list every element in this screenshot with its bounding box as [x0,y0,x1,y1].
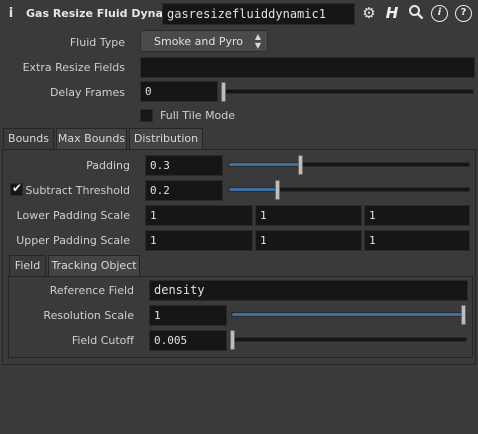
info-circle-icon[interactable]: i [431,5,448,22]
help-h-icon[interactable]: H [383,5,401,23]
subtract-threshold-slider-track[interactable] [228,187,470,192]
upper-padding-scale-z[interactable]: 1 [364,230,470,251]
padding-slider-fill [229,163,301,166]
field-cutoff-label: Field Cutoff [71,334,134,347]
lower-padding-scale-label: Lower Padding Scale [16,209,130,222]
help-circle-icon[interactable]: ? [455,5,472,22]
subtract-threshold-slider-handle[interactable] [275,180,280,200]
field-cutoff-slider-track[interactable] [231,337,467,342]
padding-label: Padding [86,159,130,172]
lower-padding-scale-x[interactable]: 1 [145,205,253,226]
upper-padding-scale-label: Upper Padding Scale [16,234,130,247]
resolution-scale-slider-fill [232,313,466,316]
delay-frames-input[interactable]: 0 [140,81,218,102]
search-icon[interactable] [407,4,425,22]
reference-field-label: Reference Field [49,284,134,297]
full-tile-mode-label: Full Tile Mode [160,109,236,122]
tab-max-bounds[interactable]: Max Bounds [56,128,127,150]
lower-padding-scale-z[interactable]: 1 [364,205,470,226]
fluid-type-label: Fluid Type [69,36,125,49]
padding-slider-handle[interactable] [298,155,303,175]
resolution-scale-slider-track[interactable] [231,312,467,317]
padding-input[interactable]: 0.3 [145,155,223,176]
resolution-scale-input[interactable]: 1 [149,305,227,326]
extra-resize-fields-label: Extra Resize Fields [22,61,125,74]
field-cutoff-slider-handle[interactable] [230,330,235,350]
node-name-field[interactable]: gasresizefluiddynamic1 [162,3,355,25]
subtract-threshold-label: Subtract Threshold [25,184,130,197]
padding-slider-track[interactable] [228,162,470,167]
fluid-type-value: Smoke and Pyro [154,35,244,48]
tab-distribution[interactable]: Distribution [129,128,203,150]
lower-padding-scale-y[interactable]: 1 [255,205,362,226]
extra-resize-fields-input[interactable] [140,57,475,78]
updown-arrows-icon: ▲ ▼ [254,32,261,50]
delay-frames-slider-track[interactable] [222,89,474,94]
delay-frames-label: Delay Frames [49,86,125,99]
header-bar: i Gas Resize Fluid Dynamic gasresizeflui… [0,0,478,28]
reference-field-input[interactable]: density [149,280,468,301]
resolution-scale-slider-handle[interactable] [461,305,466,325]
tab-field[interactable]: Field [9,255,46,277]
upper-padding-scale-y[interactable]: 1 [255,230,362,251]
tab-tracking-object[interactable]: Tracking Object [48,255,140,277]
resolution-scale-label: Resolution Scale [43,309,134,322]
field-cutoff-input[interactable]: 0.005 [149,330,227,351]
node-type-label: Gas Resize Fluid Dynamic [26,7,185,20]
subtract-threshold-input[interactable]: 0.2 [145,180,223,201]
gear-icon[interactable]: ⚙ [360,5,378,23]
full-tile-mode-checkbox[interactable] [140,109,153,122]
node-info-icon[interactable]: i [6,6,16,24]
tab-bounds[interactable]: Bounds [3,128,54,150]
subtract-threshold-slider-fill [229,188,277,191]
upper-padding-scale-x[interactable]: 1 [145,230,253,251]
delay-frames-slider-handle[interactable] [221,82,226,102]
fluid-type-dropdown[interactable]: Smoke and Pyro ▲ ▼ [140,30,268,52]
